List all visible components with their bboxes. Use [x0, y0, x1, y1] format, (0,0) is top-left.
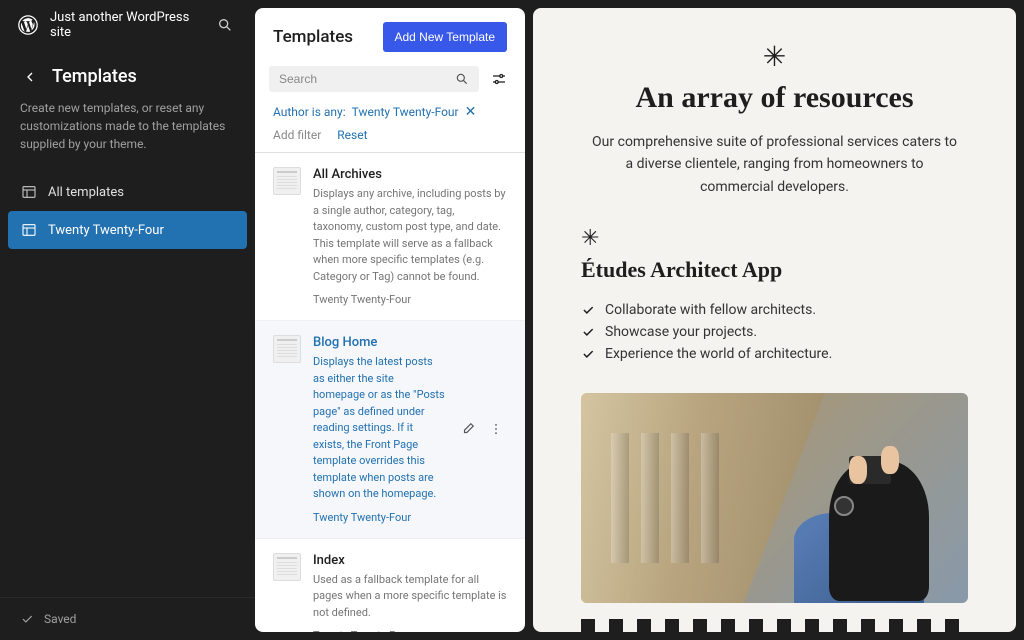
template-description: Displays any archive, including posts by… [313, 186, 507, 285]
preview-title: An array of resources [581, 81, 968, 115]
filter-settings-button[interactable] [487, 67, 511, 91]
add-filter-link[interactable]: Add filter [273, 128, 321, 142]
template-author: Twenty Twenty-Four [313, 629, 507, 632]
templates-panel: Templates Add New Template Author is any… [255, 8, 525, 632]
sidebar-nav: All templates Twenty Twenty-Four [0, 173, 255, 249]
panel-title: Templates [52, 66, 137, 87]
list-item-text: Collaborate with fellow architects. [605, 302, 816, 318]
topbar: Just another WordPress site [0, 0, 255, 50]
save-status: Saved [44, 612, 76, 626]
search-row [255, 66, 525, 102]
chip-close-icon[interactable]: ✕ [465, 104, 477, 120]
filter-chips: Author is any: Twenty Twenty-Four ✕ [255, 102, 525, 128]
template-item-index[interactable]: Index Used as a fallback template for al… [255, 539, 525, 633]
wordpress-logo-icon[interactable] [16, 13, 40, 37]
template-body: Blog Home Displays the latest posts as e… [313, 335, 445, 524]
filter-chip-author[interactable]: Author is any: Twenty Twenty-Four ✕ [269, 102, 480, 122]
preview-image [581, 393, 968, 603]
feature-list: Collaborate with fellow architects. Show… [581, 299, 968, 365]
nav-item-all-templates[interactable]: All templates [8, 173, 247, 211]
check-icon [581, 303, 595, 317]
list-item: Experience the world of architecture. [581, 343, 968, 365]
search-icon [455, 72, 469, 86]
template-thumbnail [273, 335, 301, 363]
template-preview: ✳ An array of resources Our comprehensiv… [533, 8, 1016, 632]
layout-icon [20, 183, 38, 201]
template-author: Twenty Twenty-Four [313, 293, 507, 306]
asterisk-icon: ✳ [581, 40, 968, 73]
template-description: Used as a fallback template for all page… [313, 572, 507, 622]
template-author: Twenty Twenty-Four [313, 511, 445, 524]
templates-header: Templates Add New Template [255, 8, 525, 66]
check-icon [581, 325, 595, 339]
nav-label: Twenty Twenty-Four [48, 223, 164, 238]
check-icon [20, 612, 34, 626]
check-icon [581, 347, 595, 361]
templates-title: Templates [273, 27, 353, 47]
asterisk-icon: ✳ [581, 226, 968, 251]
template-thumbnail [273, 553, 301, 581]
template-name: Index [313, 553, 507, 568]
template-item-blog-home[interactable]: Blog Home Displays the latest posts as e… [255, 321, 525, 539]
list-item: Showcase your projects. [581, 321, 968, 343]
template-thumbnail [273, 167, 301, 195]
template-body: Index Used as a fallback template for al… [313, 553, 507, 633]
more-options-button[interactable] [485, 418, 507, 440]
layout-icon [20, 221, 38, 239]
nav-item-twenty-twenty-four[interactable]: Twenty Twenty-Four [8, 211, 247, 249]
template-name: Blog Home [313, 335, 445, 350]
template-description: Displays the latest posts as either the … [313, 354, 445, 503]
search-box [269, 66, 479, 92]
pattern-divider [581, 619, 968, 632]
add-new-template-button[interactable]: Add New Template [383, 22, 508, 52]
filter-actions: Add filter Reset [255, 128, 525, 153]
sidebar: Just another WordPress site Templates Cr… [0, 0, 255, 640]
back-button[interactable] [20, 67, 40, 87]
template-actions [457, 335, 507, 524]
chip-prefix: Author is any: [273, 105, 346, 119]
template-list: All Archives Displays any archive, inclu… [255, 153, 525, 632]
template-item-all-archives[interactable]: All Archives Displays any archive, inclu… [255, 153, 525, 321]
template-name: All Archives [313, 167, 507, 182]
search-input[interactable] [279, 72, 447, 86]
panel-description: Create new templates, or reset any custo… [0, 99, 255, 173]
template-body: All Archives Displays any archive, inclu… [313, 167, 507, 306]
list-item-text: Experience the world of architecture. [605, 346, 832, 362]
site-title[interactable]: Just another WordPress site [50, 10, 201, 40]
preview-subtitle: Our comprehensive suite of professional … [581, 131, 968, 198]
sidebar-footer: Saved [0, 597, 255, 640]
list-item: Collaborate with fellow architects. [581, 299, 968, 321]
nav-label: All templates [48, 185, 124, 200]
chip-value: Twenty Twenty-Four [352, 105, 459, 119]
list-item-text: Showcase your projects. [605, 324, 757, 340]
preview-section-title: Études Architect App [581, 257, 968, 283]
global-search-button[interactable] [211, 11, 239, 39]
edit-button[interactable] [457, 418, 479, 440]
reset-link[interactable]: Reset [337, 128, 367, 142]
panel-header: Templates [0, 50, 255, 99]
